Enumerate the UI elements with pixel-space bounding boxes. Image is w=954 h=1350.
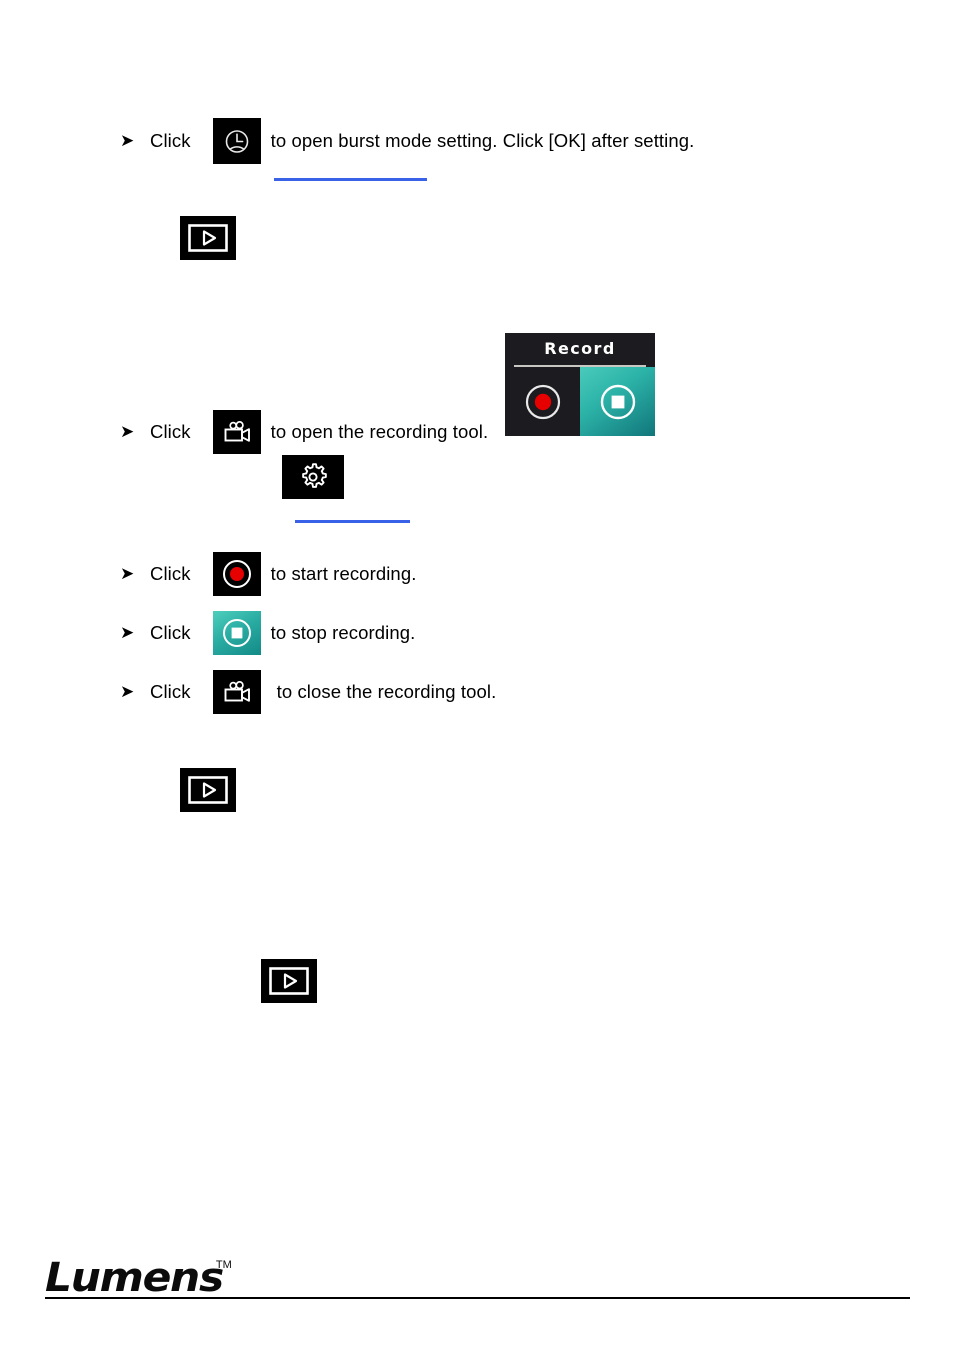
record-button-icon[interactable] — [212, 552, 261, 596]
play-button-icon[interactable] — [180, 768, 236, 812]
bullet-marker-icon: ➤ — [120, 681, 135, 702]
click-label: Click — [150, 130, 191, 151]
instruction-row-stop-recording: ➤ Click to stop recording. — [118, 611, 415, 655]
bullet-marker-icon: ➤ — [120, 421, 135, 442]
instruction-row-close-recording-tool: ➤ Click to close the recording tool. — [118, 670, 496, 714]
play-button-icon[interactable] — [180, 216, 236, 260]
instruction-row-open-recording-tool: ➤ Click to open the recording tool. — [118, 410, 488, 454]
instruction-text: to open burst mode setting. Click [OK] a… — [270, 130, 695, 151]
play-button-icon[interactable] — [261, 959, 317, 1003]
stop-record-button[interactable] — [580, 367, 655, 436]
click-label: Click — [150, 421, 191, 442]
record-tool-panel: Record — [505, 333, 655, 436]
redaction-rule-1 — [274, 178, 427, 181]
document-page: ➤ Click to open burst mode setting. Clic… — [0, 0, 954, 1350]
instruction-text: to start recording. — [270, 563, 417, 584]
logo-wordmark: Lumens — [45, 1255, 224, 1301]
bullet-marker-icon: ➤ — [120, 130, 135, 151]
bullet-marker-icon: ➤ — [120, 563, 135, 584]
lumens-logo: Lumens TM — [45, 1258, 232, 1298]
instruction-text: to stop recording. — [270, 622, 416, 643]
record-panel-buttons — [505, 367, 655, 436]
record-panel-title: Record — [544, 339, 616, 358]
instruction-text: to close the recording tool. — [276, 681, 497, 702]
instruction-text: to open the recording tool. — [270, 421, 489, 442]
instruction-row-burst-mode: ➤ Click to open burst mode setting. Clic… — [118, 118, 695, 164]
start-record-button[interactable] — [505, 367, 580, 436]
clock-icon[interactable] — [212, 118, 261, 164]
gear-icon[interactable] — [282, 455, 344, 499]
click-label: Click — [150, 563, 191, 584]
instruction-row-start-recording: ➤ Click to start recording. — [118, 552, 416, 596]
click-label: Click — [150, 622, 191, 643]
video-camera-icon[interactable] — [212, 410, 261, 454]
redaction-rule-2 — [295, 520, 410, 523]
click-label: Click — [150, 681, 191, 702]
video-camera-icon[interactable] — [212, 670, 261, 714]
footer-divider — [45, 1297, 910, 1299]
stop-button-icon[interactable] — [212, 611, 261, 655]
bullet-marker-icon: ➤ — [120, 622, 135, 643]
